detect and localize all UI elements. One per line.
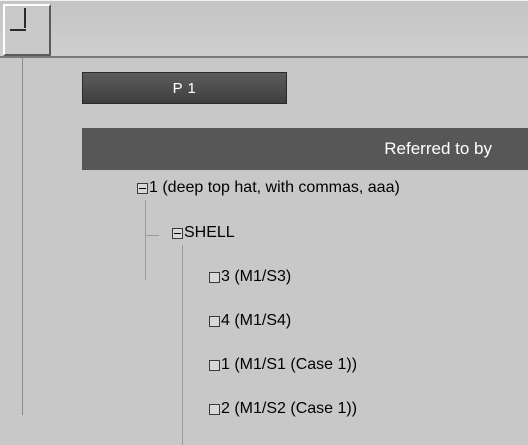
panel-header-label: Referred to by — [384, 139, 492, 158]
leaf-box-icon — [209, 271, 220, 283]
minimize-icon-notch — [24, 8, 26, 28]
tree-node-shell[interactable]: SHELL — [172, 223, 235, 243]
tree-leaf-label: 4 (M1/S4) — [221, 312, 292, 329]
leaf-box-icon — [209, 315, 220, 327]
leaf-box-icon — [209, 403, 220, 415]
tree-leaf[interactable]: 3 (M1/S3) — [209, 267, 291, 287]
content-area: P 1 Referred to by 1 (deep top hat, with… — [24, 60, 528, 445]
tab-p1[interactable]: P 1 — [82, 72, 287, 104]
reference-tree: 1 (deep top hat, with commas, aaa) SHELL… — [82, 170, 528, 445]
window-frame: P 1 Referred to by 1 (deep top hat, with… — [0, 0, 528, 445]
tree-node-label: SHELL — [184, 224, 235, 241]
panel-header: Referred to by — [82, 128, 528, 170]
tree-leaf[interactable]: 1 (M1/S1 (Case 1)) — [209, 355, 357, 375]
tree-connector — [145, 200, 146, 280]
tree-node-label: 1 (deep top hat, with commas, aaa) — [149, 179, 400, 196]
tree-connector — [145, 235, 159, 236]
tree-leaf-label: 1 (M1/S1 (Case 1)) — [221, 356, 358, 373]
left-rail — [0, 58, 23, 415]
window-menu-button[interactable] — [3, 4, 51, 56]
collapse-icon[interactable] — [137, 182, 148, 194]
tree-leaf-label: 2 (M1/S2 (Case 1)) — [221, 400, 358, 417]
tree-node-root[interactable]: 1 (deep top hat, with commas, aaa) — [137, 178, 400, 198]
tree-connector — [182, 245, 183, 445]
tree-leaf[interactable]: 4 (M1/S4) — [209, 311, 291, 331]
collapse-icon[interactable] — [172, 227, 183, 239]
tree-leaf[interactable]: 2 (M1/S2 (Case 1)) — [209, 399, 357, 419]
title-bar — [0, 0, 528, 58]
tree-leaf-label: 3 (M1/S3) — [221, 268, 292, 285]
minimize-icon — [10, 29, 26, 31]
leaf-box-icon — [209, 359, 220, 371]
references-panel: Referred to by 1 (deep top hat, with com… — [82, 128, 528, 445]
